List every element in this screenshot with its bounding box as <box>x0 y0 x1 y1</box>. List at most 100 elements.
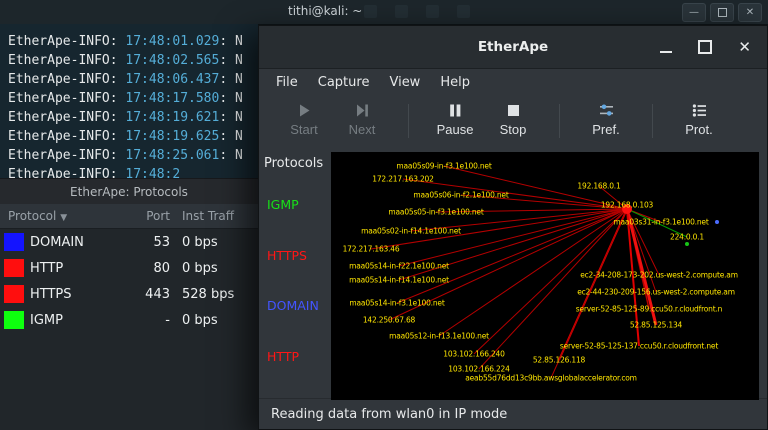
menu-help[interactable]: Help <box>431 72 479 93</box>
etherape-titlebar[interactable]: EtherApe ✕ <box>259 26 767 69</box>
terminal-log-line: EtherApe-INFO: 17:48:01.029: N <box>8 32 258 51</box>
node-label: maa05s02-in-f14.1e100.net <box>361 227 461 236</box>
node-label: maa05s09-in-f3.1e100.net <box>396 162 491 171</box>
node-label: maa05s14-in-f22.1e100.net <box>349 262 449 271</box>
node-label: 103.102.166.240 <box>443 350 504 359</box>
protocol-color-swatch <box>4 259 24 277</box>
traffic-link <box>399 209 627 266</box>
panel-icon <box>364 5 377 18</box>
legend-protocol-http: HTTP <box>267 349 331 364</box>
node-label: 192.168.0.1 <box>577 182 620 191</box>
toolbar-pref-button[interactable]: Pref. <box>577 102 635 137</box>
node-label: 52.85.126.118 <box>533 356 585 365</box>
protocol-traffic: 528 bps <box>170 287 258 302</box>
terminal-log-line: EtherApe-INFO: 17:48:19.621: N <box>8 108 258 127</box>
column-port[interactable]: Port <box>126 209 170 223</box>
toolbar: Start Next Pause Stop Pref. Prot. <box>259 96 767 152</box>
main-content: Protocols IGMPHTTPSDOMAINHTTP maa05s09-i… <box>259 152 767 398</box>
toolbar-button-label: Pause <box>437 122 474 137</box>
desktop: tithi@kali: ~ — ✕ EtherApe-INFO: 17:48:0… <box>0 0 768 430</box>
status-bar: Reading data from wlan0 in IP mode <box>259 398 767 429</box>
node-label: 172.217.163.46 <box>343 245 400 254</box>
terminal-log-line: EtherApe-INFO: 17:48:25.061: N <box>8 146 258 165</box>
menu-capture[interactable]: Capture <box>309 72 379 93</box>
terminal-window[interactable]: EtherApe-INFO: 17:48:01.029: NEtherApe-I… <box>0 24 258 178</box>
etherape-window: EtherApe ✕ FileCaptureViewHelp Start Next… <box>258 25 768 430</box>
column-protocol-label: Protocol <box>8 209 56 223</box>
protocol-color-swatch <box>4 311 24 329</box>
node-label: maa05s12-in-f13.1e100.net <box>389 332 489 341</box>
protocol-port: 53 <box>126 235 170 250</box>
protocol-traffic: 0 bps <box>170 261 258 276</box>
toolbar-next-button[interactable]: Next <box>333 102 391 137</box>
stop-icon <box>505 102 522 119</box>
protocol-row[interactable]: DOMAIN530 bps <box>0 229 258 255</box>
legend-protocol-https: HTTPS <box>267 248 331 263</box>
traffic-link <box>474 209 627 354</box>
node-label: server-52-85-125-137.ccu50.r.cloudfront.… <box>560 342 718 351</box>
protocol-row[interactable]: HTTP800 bps <box>0 255 258 281</box>
status-text: Reading data from wlan0 in IP mode <box>271 407 507 422</box>
node-label: 224.0.0.1 <box>670 233 704 242</box>
node-label: maa05s14-in-f3.1e100.net <box>349 299 444 308</box>
node-label: maa05s14-in-f14.1e100.net <box>349 276 449 285</box>
desktop-top-panel: tithi@kali: ~ — ✕ <box>0 0 768 25</box>
node-label: aeab55d76dd13c9bb.awsglobalaccelerator.c… <box>465 374 637 383</box>
node-label: maa03s31-in-f3.1e100.net <box>613 218 708 227</box>
protocol-name: IGMP <box>30 313 126 328</box>
node-label: 142.250.67.68 <box>363 316 415 325</box>
minimize-icon[interactable]: — <box>682 3 706 22</box>
toolbar-separator <box>652 104 653 138</box>
skip-icon <box>354 102 371 119</box>
panel-icons <box>364 5 470 18</box>
maximize-icon[interactable] <box>710 3 734 22</box>
protocol-row[interactable]: IGMP-0 bps <box>0 307 258 333</box>
protocol-name: HTTP <box>30 261 126 276</box>
node-label: 103.102.166.224 <box>448 365 509 374</box>
terminal-log-line: EtherApe-INFO: 17:48:19.625: N <box>8 127 258 146</box>
protocols-table-header: Protocol ▼ Port Inst Traff <box>0 204 258 229</box>
toolbar-start-button[interactable]: Start <box>275 102 333 137</box>
protocols-window-titlebar[interactable]: EtherApe: Protocols <box>0 178 258 205</box>
toolbar-pause-button[interactable]: Pause <box>426 102 484 137</box>
close-icon[interactable]: ✕ <box>738 40 751 55</box>
protocols-table: Protocol ▼ Port Inst Traff DOMAIN530 bps… <box>0 204 258 430</box>
protocol-port: - <box>126 313 170 328</box>
pause-icon <box>447 102 464 119</box>
terminal-window-title: tithi@kali: ~ <box>288 4 362 18</box>
network-graph-canvas[interactable]: maa05s09-in-f3.1e100.net 172.217.163.202 1… <box>331 152 759 400</box>
terminal-log-line: EtherApe-INFO: 17:48:02.565: N <box>8 51 258 70</box>
toolbar-separator <box>408 104 409 138</box>
column-inst-traffic[interactable]: Inst Traff <box>170 209 258 223</box>
protocols-icon <box>691 102 708 119</box>
protocol-name: DOMAIN <box>30 235 126 250</box>
toolbar-button-label: Start <box>290 122 317 137</box>
protocol-port: 443 <box>126 287 170 302</box>
node-label: maa05s05-in-f3.1e100.net <box>388 208 483 217</box>
protocol-port: 80 <box>126 261 170 276</box>
menu-view[interactable]: View <box>380 72 429 93</box>
minimize-icon[interactable] <box>660 41 672 53</box>
protocol-color-swatch <box>4 233 24 251</box>
play-icon <box>296 102 313 119</box>
node-label: 172.217.163.202 <box>372 175 433 184</box>
panel-icon <box>395 5 408 18</box>
toolbar-button-label: Next <box>349 122 376 137</box>
toolbar-button-label: Prot. <box>685 122 712 137</box>
toolbar-prot-button[interactable]: Prot. <box>670 102 728 137</box>
toolbar-stop-button[interactable]: Stop <box>484 102 542 137</box>
column-protocol[interactable]: Protocol ▼ <box>0 209 126 223</box>
node-label: maa05s06-in-f2.1e100.net <box>413 191 508 200</box>
toolbar-separator <box>559 104 560 138</box>
protocol-row[interactable]: HTTPS443528 bps <box>0 281 258 307</box>
protocol-name: HTTPS <box>30 287 126 302</box>
close-icon[interactable]: ✕ <box>738 3 762 22</box>
maximize-icon[interactable] <box>698 40 712 54</box>
menu-bar: FileCaptureViewHelp <box>259 69 767 96</box>
panel-icon <box>457 5 470 18</box>
protocols-window-title: EtherApe: Protocols <box>70 185 188 199</box>
toolbar-button-label: Pref. <box>592 122 619 137</box>
node-label: 192.168.0.103 <box>601 201 653 210</box>
menu-file[interactable]: File <box>267 72 307 93</box>
protocol-traffic: 0 bps <box>170 235 258 250</box>
